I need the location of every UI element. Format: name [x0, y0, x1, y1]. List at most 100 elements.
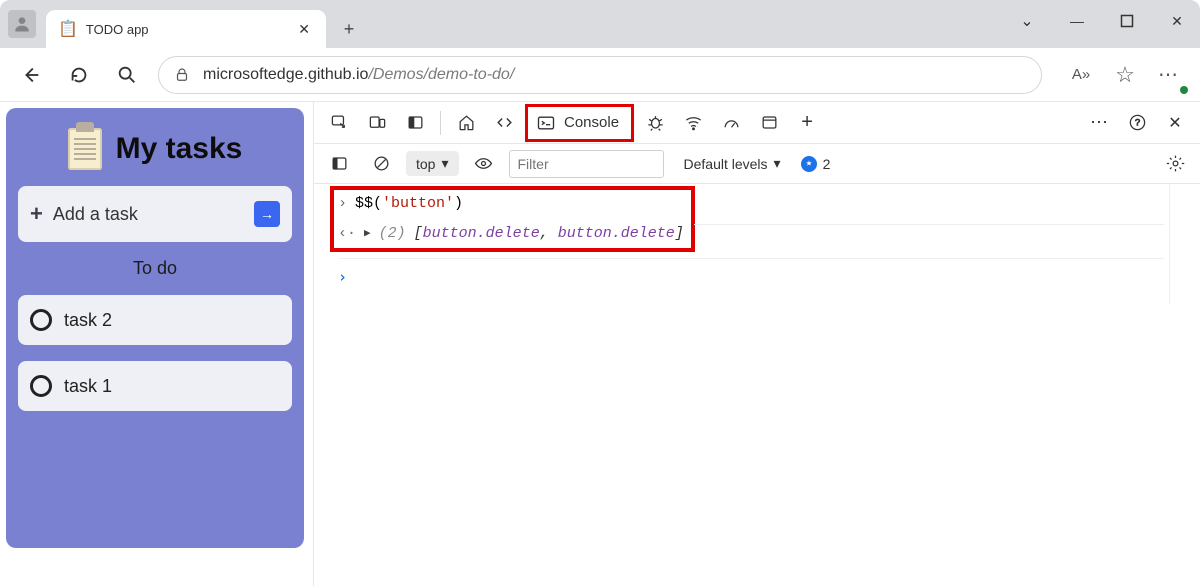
gear-icon — [1166, 154, 1185, 173]
star-icon: ☆ — [1115, 62, 1135, 88]
maximize-icon — [1120, 14, 1134, 28]
result-item[interactable]: button.delete — [558, 225, 675, 242]
address-actions: A» ☆ ⋯ — [1064, 58, 1186, 92]
search-icon — [116, 64, 138, 86]
window-maximize-button[interactable] — [1116, 10, 1138, 32]
new-tab-button[interactable]: + — [332, 12, 366, 46]
issue-count: 2 — [823, 156, 831, 172]
app-window-icon — [760, 113, 779, 132]
todo-app-title: My tasks — [116, 132, 243, 166]
todo-section-label: To do — [18, 258, 292, 279]
console-command-text: $$('button') — [355, 195, 463, 212]
task-item[interactable]: task 2 — [18, 295, 292, 345]
profile-button[interactable] — [8, 10, 36, 38]
chevron-down-icon: ▾ — [774, 155, 781, 172]
arrow-left-icon — [20, 64, 42, 86]
tab-favicon-icon: 📋 — [58, 19, 78, 39]
site-info-button[interactable] — [173, 66, 191, 84]
arrow-right-icon: → — [260, 206, 274, 222]
elements-tab[interactable] — [487, 106, 521, 140]
inspect-element-button[interactable] — [322, 106, 356, 140]
output-icon: ‹· — [338, 225, 356, 242]
refresh-button[interactable] — [62, 58, 96, 92]
console-tab-label: Console — [564, 114, 619, 131]
task-text: task 2 — [64, 310, 112, 331]
row-divider — [339, 258, 1164, 259]
task-complete-toggle[interactable] — [30, 375, 52, 397]
result-item[interactable]: button.delete — [423, 225, 540, 242]
url-text: microsoftedge.github.io/Demos/demo-to-do… — [203, 66, 514, 84]
read-aloud-button[interactable]: A» — [1064, 58, 1098, 92]
clear-console-button[interactable] — [364, 147, 398, 181]
bug-icon — [646, 113, 665, 132]
execution-context-selector[interactable]: top ▾ — [406, 151, 459, 176]
more-tabs-button[interactable]: + — [790, 106, 824, 140]
console-input-line[interactable]: › — [314, 262, 1200, 292]
address-bar: microsoftedge.github.io/Demos/demo-to-do… — [0, 48, 1200, 102]
result-count: (2) — [379, 225, 406, 242]
task-item[interactable]: task 1 — [18, 361, 292, 411]
content-area: My tasks + Add a task → To do task 2 tas… — [0, 102, 1200, 586]
sources-tab[interactable] — [638, 106, 672, 140]
result-array: [button.delete, button.delete] — [414, 225, 684, 242]
wifi-icon — [684, 113, 703, 132]
clipboard-icon — [68, 128, 102, 170]
cmd-token: ) — [454, 195, 463, 212]
issues-button[interactable]: 2 — [801, 156, 831, 172]
url-box[interactable]: microsoftedge.github.io/Demos/demo-to-do… — [158, 56, 1042, 94]
console-settings-button[interactable] — [1158, 147, 1192, 181]
console-toolbar: top ▾ Default levels ▾ 2 — [314, 144, 1200, 184]
task-complete-toggle[interactable] — [30, 309, 52, 331]
todo-app-panel: My tasks + Add a task → To do task 2 tas… — [6, 108, 304, 548]
person-icon — [12, 14, 32, 34]
network-tab[interactable] — [676, 106, 710, 140]
eye-icon — [474, 154, 493, 173]
dock-icon — [406, 113, 425, 132]
devtools-help-button[interactable]: ? — [1120, 106, 1154, 140]
devtools-more-button[interactable]: ⋯ — [1082, 106, 1116, 140]
scope-label: top — [416, 156, 435, 172]
console-icon — [536, 113, 556, 133]
console-input-row: › $$('button') — [314, 188, 1200, 218]
tab-actions-button[interactable]: ⌄ — [1016, 10, 1038, 32]
lock-icon — [173, 66, 191, 84]
back-button[interactable] — [14, 58, 48, 92]
console-result-row[interactable]: ‹· ▶ (2) [button.delete, button.delete] — [314, 218, 1200, 248]
tab-close-button[interactable]: ✕ — [294, 19, 314, 40]
add-task-input[interactable]: Add a task — [53, 204, 138, 225]
separator — [440, 111, 441, 135]
window-minimize-button[interactable]: — — [1066, 10, 1088, 32]
application-tab[interactable] — [752, 106, 786, 140]
devtools-panel: Console + ⋯ ? ✕ — [313, 102, 1200, 586]
dock-side-button[interactable] — [398, 106, 432, 140]
hairline — [1169, 184, 1170, 304]
device-emulation-button[interactable] — [360, 106, 394, 140]
add-task-submit-button[interactable]: → — [254, 201, 280, 227]
levels-label: Default levels — [684, 156, 768, 172]
log-levels-selector[interactable]: Default levels ▾ — [684, 155, 781, 172]
devtools-close-button[interactable]: ✕ — [1158, 106, 1192, 140]
chevron-down-icon: ▾ — [441, 155, 448, 172]
comma: , — [540, 225, 549, 242]
plus-icon: + — [30, 201, 43, 227]
url-path: /Demos/demo-to-do/ — [368, 66, 514, 83]
live-expression-button[interactable] — [467, 147, 501, 181]
window-close-button[interactable]: ✕ — [1166, 10, 1188, 32]
devices-icon — [368, 113, 387, 132]
browser-tab-active[interactable]: 📋 TODO app ✕ — [46, 10, 326, 48]
toggle-sidebar-button[interactable] — [322, 147, 356, 181]
search-button[interactable] — [110, 58, 144, 92]
welcome-tab[interactable] — [449, 106, 483, 140]
code-icon — [495, 113, 514, 132]
more-horizontal-icon: ⋯ — [1090, 112, 1108, 133]
task-text: task 1 — [64, 376, 112, 397]
plus-icon: + — [801, 111, 813, 134]
console-tab[interactable]: Console — [525, 104, 634, 142]
expand-triangle-icon[interactable]: ▶ — [364, 226, 371, 240]
performance-tab[interactable] — [714, 106, 748, 140]
favorite-button[interactable]: ☆ — [1108, 58, 1142, 92]
row-divider — [694, 224, 1164, 225]
settings-more-button[interactable]: ⋯ — [1152, 58, 1186, 92]
inspect-icon — [330, 113, 349, 132]
console-filter-input[interactable] — [509, 150, 664, 178]
